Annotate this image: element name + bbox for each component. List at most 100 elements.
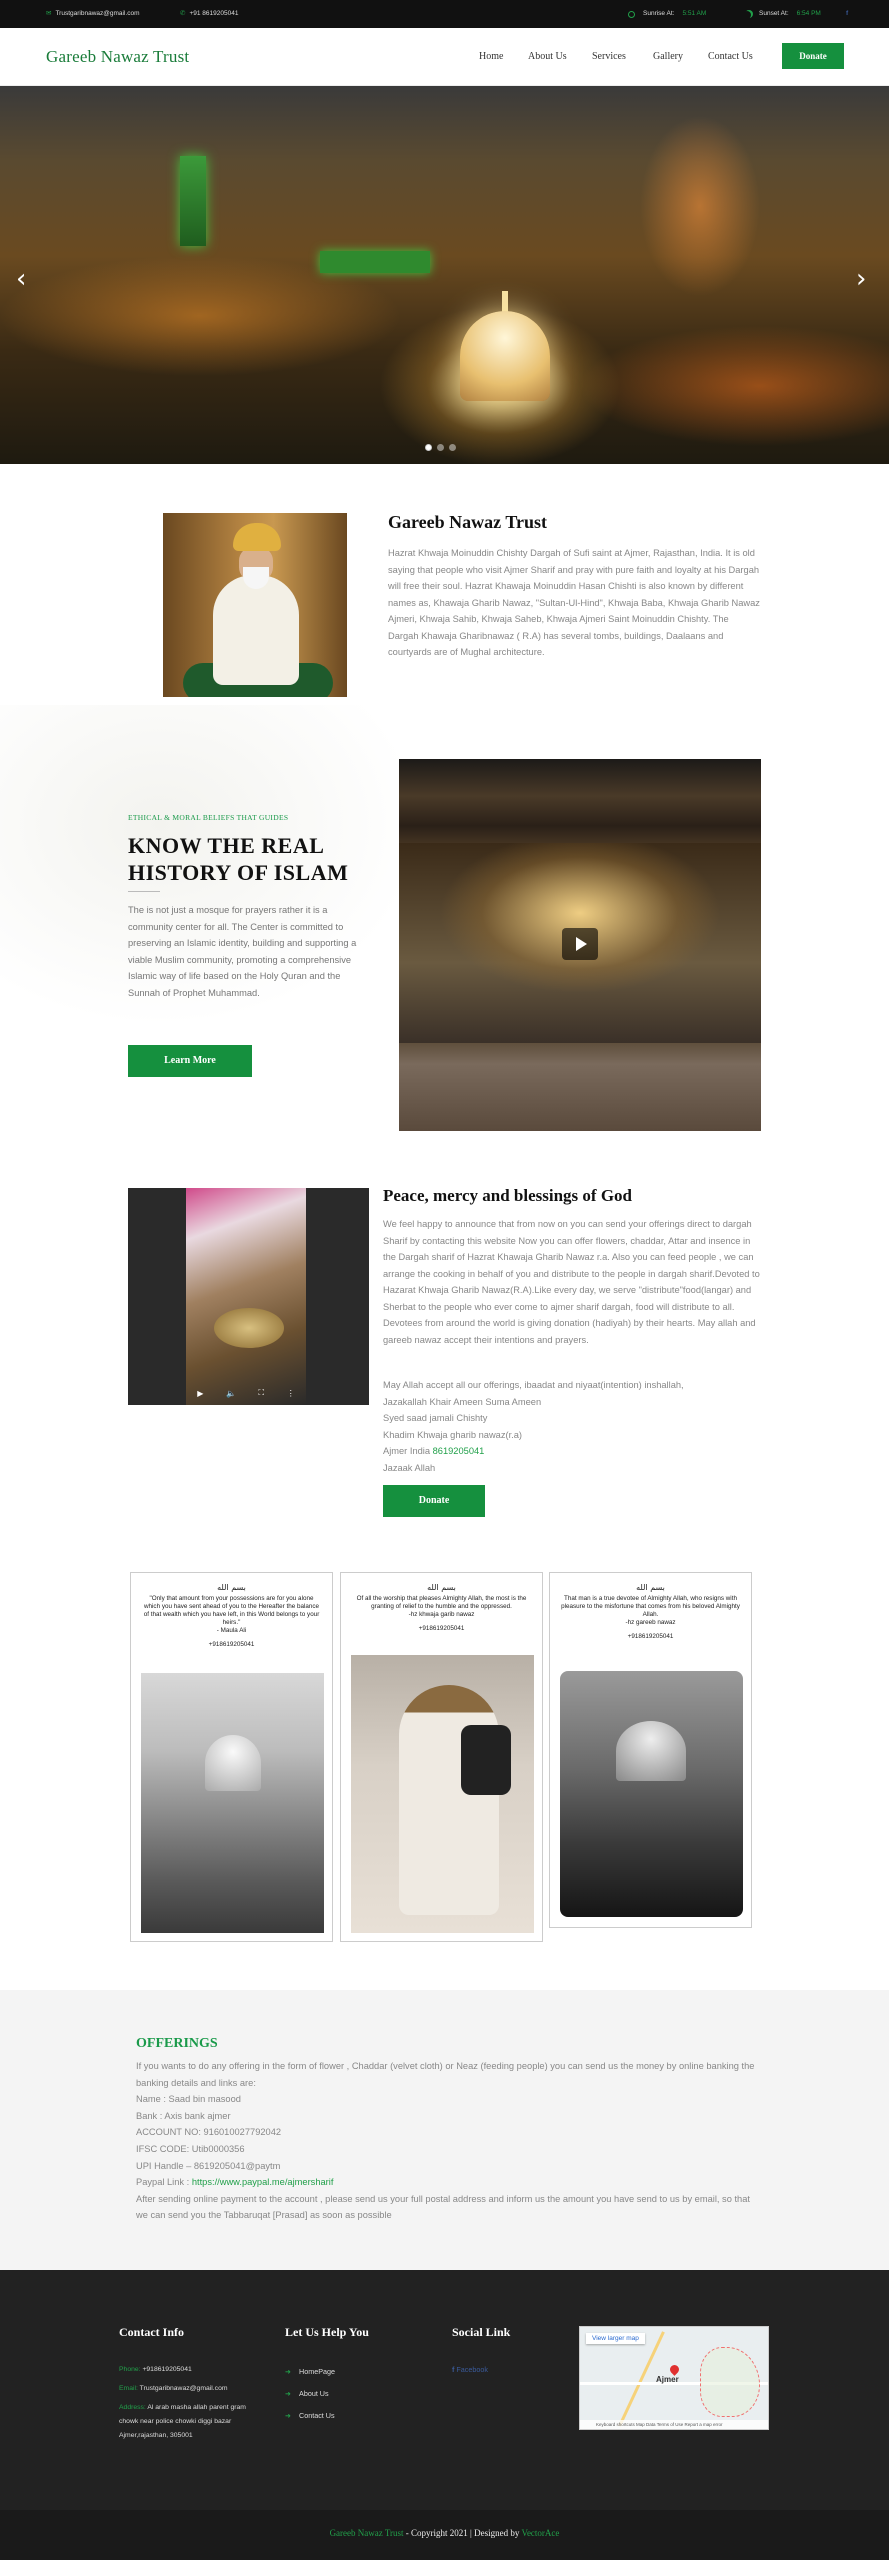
more-icon[interactable]: ⋮ — [287, 1389, 295, 1398]
footer-phone[interactable]: Phone: +918619205041 — [119, 2363, 259, 2377]
copyright-brand[interactable]: Gareeb Nawaz Trust — [330, 2528, 404, 2538]
hero-image-tower — [180, 156, 206, 246]
poster-1-dome — [205, 1735, 261, 1791]
topbar-phone[interactable]: ✆ +91 8619205041 — [180, 0, 238, 28]
footer-help-title: Let Us Help You — [285, 2325, 369, 2339]
sunrise-info: Sunrise At: 5:51 AM — [628, 0, 706, 28]
site-logo[interactable]: Gareeb Nawaz Trust — [46, 47, 189, 67]
footer-facebook-link[interactable]: f Facebook — [452, 2365, 488, 2374]
nav-services[interactable]: Services — [592, 51, 626, 62]
sunrise-label: Sunrise At: — [643, 10, 675, 17]
donate-button[interactable]: Donate — [383, 1485, 485, 1517]
moon-icon — [743, 11, 751, 19]
sunset-label: Sunset At: — [759, 10, 789, 17]
view-larger-map-link[interactable]: View larger map — [586, 2333, 645, 2344]
poster-1-bismillah: بسم الله — [217, 1583, 246, 1592]
footer-email-label: Email: — [119, 2385, 138, 2392]
hero-image-dome — [460, 311, 550, 401]
offering-video[interactable]: ▶ 🔈 ⛶ ⋮ — [128, 1188, 369, 1405]
video-play-icon[interactable]: ▶ — [197, 1389, 203, 1398]
poster-2-man — [399, 1685, 499, 1915]
location-map[interactable]: Ajmer View larger map Keyboard shortcuts… — [579, 2326, 769, 2430]
slider-prev-arrow-icon[interactable]: ‹ — [16, 264, 26, 294]
poster-1-phone: +918619205041 — [208, 1641, 255, 1648]
offerings-bank: Bank : Axis bank ajmer — [136, 2110, 231, 2121]
phone-icon: ✆ — [180, 10, 186, 17]
topbar-email[interactable]: ✉ Trustgaribnawaz@gmail.com — [46, 0, 139, 28]
poster-2-quote: Of all the worship that pleases Almighty… — [356, 1595, 527, 1618]
arrow-right-icon: ➜ — [285, 2367, 292, 2376]
map-pin-icon[interactable] — [668, 2363, 681, 2376]
slider-dot-3[interactable] — [449, 444, 456, 451]
quote-poster-1[interactable]: بسم الله "Only that amount from your pos… — [130, 1572, 333, 1942]
copyright-bar: Gareeb Nawaz Trust - Copyright 2021 | De… — [0, 2510, 889, 2560]
learn-more-button[interactable]: Learn More — [128, 1045, 252, 1077]
map-credits: Keyboard shortcuts Map Data Terms of Use… — [580, 2420, 768, 2429]
peace-text: We feel happy to announce that from now … — [383, 1219, 760, 1345]
peace-line-1: May Allah accept all our offerings, ibaa… — [383, 1380, 684, 1390]
slider-dot-2[interactable] — [437, 444, 444, 451]
footer-email-value: Trustgaribnawaz@gmail.com — [139, 2385, 228, 2392]
offerings-text: If you wants to do any offering in the f… — [136, 2058, 756, 2224]
designer-link[interactable]: VectorAce — [521, 2528, 559, 2538]
video-controls: ▶ 🔈 ⛶ ⋮ — [186, 1383, 306, 1403]
about-text: Hazrat Khwaja Moinuddin Chishty Dargah o… — [388, 548, 760, 657]
hero-image-wall — [320, 251, 430, 273]
nav-gallery[interactable]: Gallery — [653, 51, 683, 62]
offerings-upi: UPI Handle – 8619205041@paytm — [136, 2160, 281, 2171]
founder-portrait — [163, 513, 347, 697]
offerings-paypal: Paypal Link : https://www.paypal.me/ajme… — [136, 2174, 756, 2191]
footer-link-home[interactable]: ➜ HomePage — [285, 2367, 335, 2376]
about-title: Gareeb Nawaz Trust — [388, 512, 547, 532]
footer-social-title: Social Link — [452, 2325, 511, 2339]
facebook-icon: f — [452, 2365, 455, 2374]
hero-slider: ‹ › — [0, 86, 889, 464]
peace-line-6: Jazaak Allah — [383, 1462, 436, 1473]
footer-address-label: Address: — [119, 2404, 146, 2411]
footer-link-about-label: About Us — [299, 2389, 329, 2398]
nav-home[interactable]: Home — [479, 51, 503, 62]
title-divider — [128, 891, 160, 892]
portrait-turban — [233, 523, 281, 551]
play-icon[interactable] — [562, 928, 598, 960]
video-frame — [186, 1188, 306, 1405]
poster-3-quote: That man is a true devotee of Almighty A… — [561, 1595, 740, 1626]
peace-line-2: Jazakallah Khair Ameen Suma Ameen — [383, 1396, 542, 1407]
nav-about-us[interactable]: About Us — [528, 51, 567, 62]
poster-2-photo — [351, 1655, 534, 1933]
footer-phone-value: +918619205041 — [142, 2366, 192, 2373]
offerings-after: After sending online payment to the acco… — [136, 2193, 750, 2221]
history-video[interactable] — [399, 759, 761, 1131]
footer-link-about[interactable]: ➜ About Us — [285, 2389, 329, 2398]
footer-facebook-label: Facebook — [456, 2365, 488, 2374]
slider-next-arrow-icon[interactable]: › — [856, 264, 866, 294]
map-area — [700, 2347, 760, 2417]
fullscreen-icon[interactable]: ⛶ — [259, 1388, 265, 1398]
history-kicker: ETHICAL & MORAL BELIEFS THAT GUIDES — [128, 813, 289, 822]
footer-email[interactable]: Email: Trustgaribnawaz@gmail.com — [119, 2382, 259, 2396]
volume-icon[interactable]: 🔈 — [226, 1389, 236, 1398]
quote-poster-2[interactable]: بسم الله Of all the worship that pleases… — [340, 1572, 543, 1942]
header-donate-button[interactable]: Donate — [782, 43, 844, 69]
video-pot — [214, 1308, 284, 1348]
footer-phone-label: Phone: — [119, 2366, 141, 2373]
nav-contact-us[interactable]: Contact Us — [708, 51, 753, 62]
sun-icon — [628, 10, 635, 18]
history-title: KNOW THE REAL HISTORY OF ISLAM — [128, 833, 349, 885]
offerings-account: ACCOUNT NO: 916010027792042 — [136, 2127, 282, 2138]
peace-signature: May Allah accept all our offerings, ibaa… — [383, 1377, 763, 1476]
footer-link-contact[interactable]: ➜ Contact Us — [285, 2411, 335, 2420]
site-header: Gareeb Nawaz Trust Home About Us Service… — [0, 28, 889, 86]
peace-line-4: Khadim Khwaja gharib nawaz(r.a) — [383, 1429, 523, 1440]
poster-3-photo — [560, 1671, 743, 1917]
facebook-icon[interactable]: f — [846, 0, 848, 28]
paypal-link[interactable]: https://www.paypal.me/ajmersharif — [192, 2177, 334, 2187]
slider-dot-1[interactable] — [425, 444, 432, 451]
arrow-right-icon: ➜ — [285, 2389, 292, 2398]
quote-poster-3[interactable]: بسم الله That man is a true devotee of A… — [549, 1572, 752, 1928]
portrait-robe — [213, 575, 299, 685]
peace-phone-link[interactable]: 8619205041 — [433, 1446, 485, 1456]
footer-contact-info: Phone: +918619205041 Email: Trustgaribna… — [119, 2363, 259, 2443]
map-city-label: Ajmer — [656, 2375, 679, 2384]
poster-2-shawl — [461, 1725, 511, 1795]
